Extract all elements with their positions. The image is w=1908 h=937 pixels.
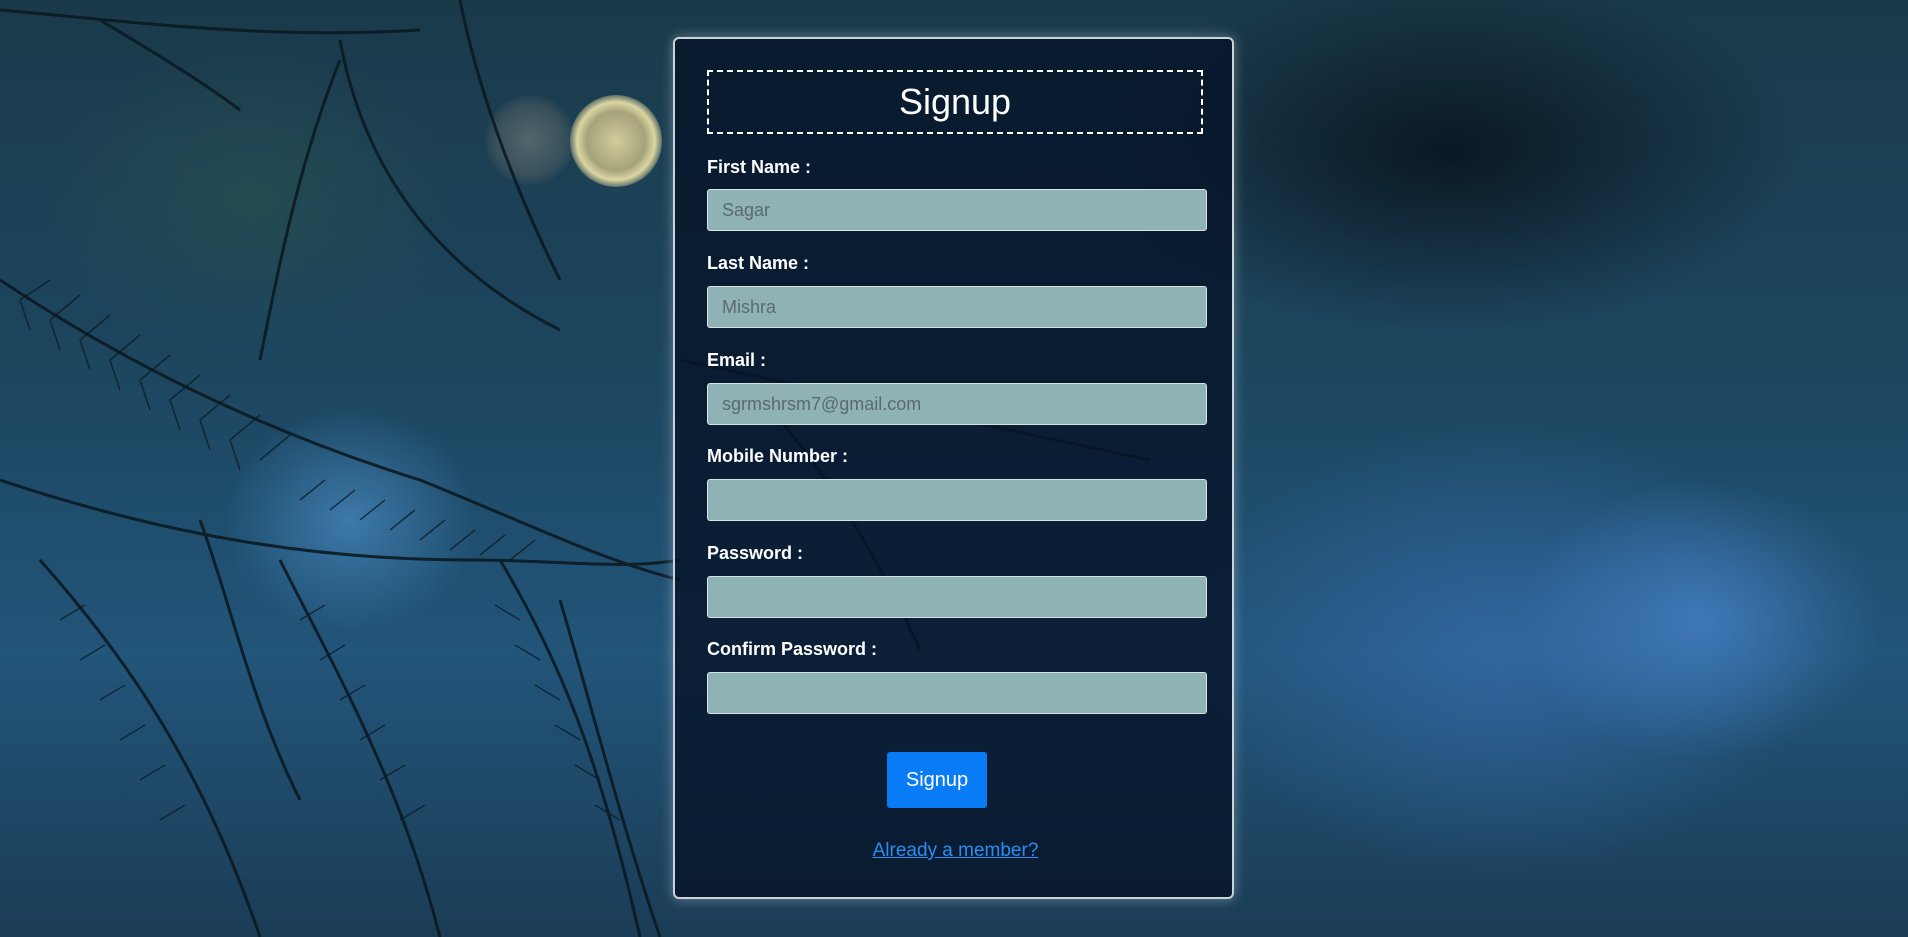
already-member-link[interactable]: Already a member?	[873, 840, 1039, 861]
last-name-input[interactable]	[707, 286, 1207, 328]
mobile-number-input[interactable]	[707, 479, 1207, 521]
confirm-password-label: Confirm Password :	[707, 639, 878, 659]
email-label: Email :	[707, 350, 767, 370]
email-input[interactable]	[707, 383, 1207, 425]
mobile-number-label: Mobile Number :	[707, 446, 849, 466]
login-link-container: Already a member?	[675, 840, 1236, 862]
first-name-label: First Name :	[707, 157, 812, 177]
password-input[interactable]	[707, 576, 1207, 618]
last-name-label: Last Name :	[707, 253, 810, 273]
signup-card: Signup First Name : Last Name : Email : …	[673, 37, 1234, 899]
form-title: Signup	[707, 70, 1203, 134]
confirm-password-input[interactable]	[707, 672, 1207, 714]
signup-button[interactable]: Signup	[887, 752, 987, 808]
password-label: Password :	[707, 543, 804, 563]
first-name-input[interactable]	[707, 189, 1207, 231]
